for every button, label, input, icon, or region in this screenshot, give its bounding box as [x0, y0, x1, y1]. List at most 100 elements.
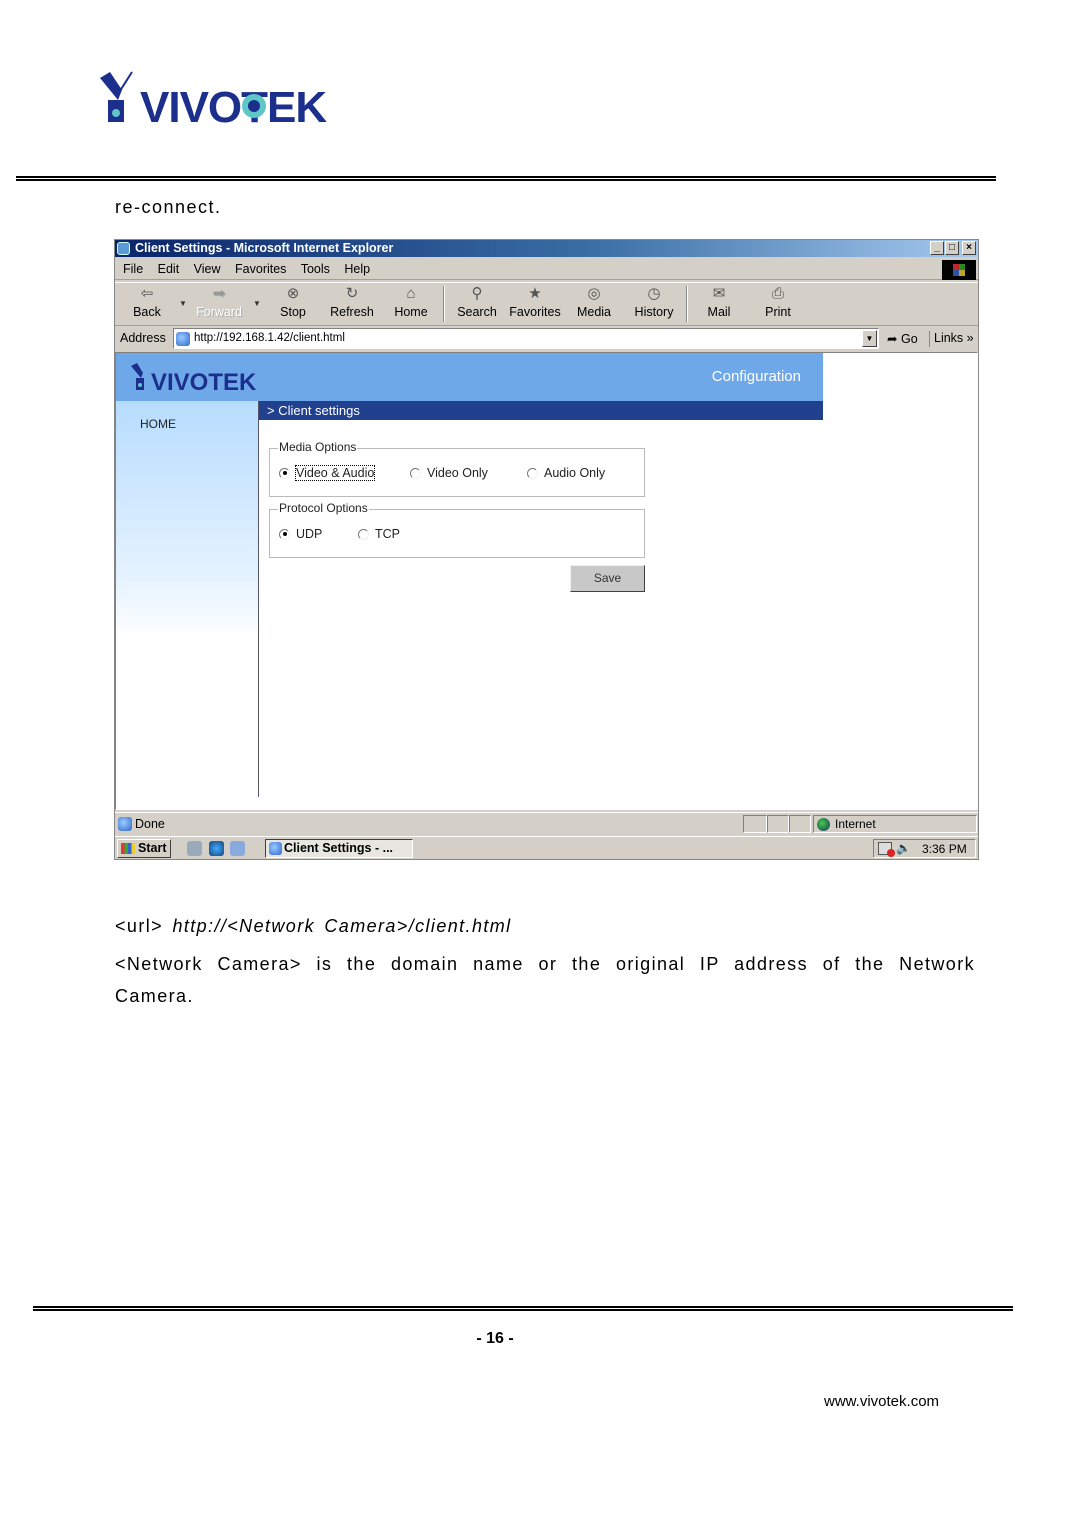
taskbar: Start Client Settings - ... 🔈 3:36 PM — [115, 836, 978, 860]
printer-icon: ⎙ — [771, 285, 784, 302]
save-button[interactable]: Save — [570, 565, 645, 592]
security-zone: Internet — [813, 815, 977, 833]
mail-icon: ✉ — [712, 285, 726, 302]
description-text: <Network Camera> is the domain name or t… — [115, 954, 975, 1006]
favorites-button[interactable]: ★ Favorites — [507, 285, 563, 319]
toolbar-separator — [443, 286, 445, 322]
task-label: Client Settings - ... — [284, 841, 394, 855]
radio-video-audio[interactable]: Video & Audio — [279, 465, 376, 481]
back-label: Back — [133, 305, 161, 319]
menu-view[interactable]: View — [194, 262, 221, 276]
print-button[interactable]: ⎙ Print — [750, 285, 806, 319]
forward-button[interactable]: ➡ Forward — [191, 285, 247, 319]
ie-task-icon — [269, 842, 282, 855]
go-arrow-icon: ➦ — [887, 332, 898, 346]
radio-tcp[interactable]: TCP — [358, 527, 400, 541]
sidebar-home-link[interactable]: HOME — [140, 417, 176, 431]
show-desktop-icon[interactable] — [187, 841, 202, 856]
standard-toolbar: ⇦ Back ▼ ➡ Forward ▼ ⊗ Stop ↻ Refresh ⌂ … — [115, 282, 978, 326]
favorites-icon: ★ — [528, 285, 542, 302]
menu-favorites[interactable]: Favorites — [235, 262, 286, 276]
refresh-label: Refresh — [330, 305, 374, 319]
address-bar: Address http://192.168.1.42/client.html … — [115, 327, 978, 351]
radio-unchecked-icon — [358, 528, 369, 540]
menu-bar: File Edit View Favorites Tools Help — [115, 258, 978, 280]
page-sidebar: HOME — [116, 401, 259, 797]
globe-icon — [817, 818, 830, 831]
status-pane — [743, 815, 767, 833]
links-button[interactable]: Links » — [929, 331, 974, 347]
header-divider — [16, 176, 996, 181]
taskbar-task-client-settings[interactable]: Client Settings - ... — [265, 839, 413, 858]
radio-label: Video & Audio — [294, 465, 376, 481]
radio-label: TCP — [375, 527, 400, 541]
refresh-icon: ↻ — [345, 285, 359, 302]
menu-tools[interactable]: Tools — [301, 262, 330, 276]
radio-udp[interactable]: UDP — [279, 527, 322, 541]
toolbar-separator — [686, 286, 688, 322]
history-label: History — [634, 305, 674, 319]
speaker-icon[interactable]: 🔈 — [896, 841, 911, 855]
vivotek-logo: VIVOTEK — [100, 71, 328, 128]
close-button[interactable]: × — [962, 241, 976, 255]
mail-label: Mail — [707, 305, 731, 319]
mail-button[interactable]: ✉ Mail — [691, 285, 747, 319]
page-header: VIVOTEK Configuration — [116, 353, 823, 401]
radio-checked-icon — [279, 467, 290, 479]
clock[interactable]: 3:36 PM — [922, 842, 967, 856]
page-viewport: VIVOTEK Configuration HOME > Client sett… — [115, 352, 978, 810]
radio-unchecked-icon — [527, 467, 538, 479]
logo-text: VIVOTEK — [140, 83, 327, 128]
back-button[interactable]: ⇦ Back — [119, 285, 175, 319]
footer-divider — [33, 1306, 1013, 1311]
refresh-button[interactable]: ↻ Refresh — [324, 285, 380, 319]
windows-flag-icon — [121, 843, 135, 854]
forward-label: Forward — [196, 305, 242, 319]
page-number: - 16 - — [476, 1330, 514, 1347]
network-icon[interactable] — [878, 842, 895, 857]
protocol-options-group: Protocol Options UDP TCP — [269, 501, 645, 558]
search-button[interactable]: ⚲ Search — [449, 285, 505, 319]
forward-arrow-icon: ➡ — [212, 285, 226, 302]
radio-label: Audio Only — [544, 466, 606, 480]
system-tray: 🔈 3:36 PM — [873, 839, 976, 858]
media-label: Media — [576, 305, 612, 319]
print-label: Print — [765, 305, 791, 319]
go-button[interactable]: ➦ Go — [887, 331, 918, 346]
radio-audio-only[interactable]: Audio Only — [527, 466, 605, 480]
home-button[interactable]: ⌂ Home — [383, 285, 439, 319]
media-options-legend: Media Options — [278, 440, 358, 454]
url-value: http://<Network Camera>/client.html — [172, 916, 512, 936]
home-label: Home — [394, 305, 428, 319]
page-logo: VIVOTEK — [131, 363, 257, 394]
page-logo-text: VIVOTEK — [151, 369, 257, 394]
media-button[interactable]: ◎ Media — [566, 285, 622, 319]
address-dropdown-icon[interactable]: ▼ — [862, 330, 877, 347]
url-line: <url> http://<Network Camera>/client.htm… — [115, 916, 512, 937]
outlook-quicklaunch-icon[interactable] — [230, 841, 245, 856]
ie-icon — [117, 242, 130, 255]
maximize-button[interactable]: □ — [945, 241, 959, 255]
menu-help[interactable]: Help — [344, 262, 370, 276]
forward-dropdown-icon[interactable]: ▼ — [253, 299, 261, 308]
configuration-label: Configuration — [711, 368, 801, 385]
minimize-button[interactable]: _ — [930, 241, 944, 255]
history-button[interactable]: ◷ History — [626, 285, 682, 319]
search-icon: ⚲ — [471, 285, 483, 302]
title-bar[interactable]: Client Settings - Microsoft Internet Exp… — [115, 240, 978, 257]
menu-file[interactable]: File — [123, 262, 143, 276]
ie-quicklaunch-icon[interactable] — [209, 841, 224, 856]
windows-logo-icon — [942, 260, 976, 280]
stop-label: Stop — [280, 305, 306, 319]
radio-checked-icon — [279, 528, 290, 540]
back-dropdown-icon[interactable]: ▼ — [179, 299, 187, 308]
section-title: > Client settings — [259, 401, 823, 420]
stop-button[interactable]: ⊗ Stop — [265, 285, 321, 319]
status-bar: Done Internet — [115, 812, 978, 834]
radio-label: UDP — [296, 527, 323, 541]
page-status-icon — [118, 817, 132, 831]
start-button[interactable]: Start — [117, 839, 171, 858]
menu-edit[interactable]: Edit — [158, 262, 180, 276]
address-input[interactable]: http://192.168.1.42/client.html ▼ — [173, 328, 879, 349]
radio-video-only[interactable]: Video Only — [410, 466, 488, 480]
